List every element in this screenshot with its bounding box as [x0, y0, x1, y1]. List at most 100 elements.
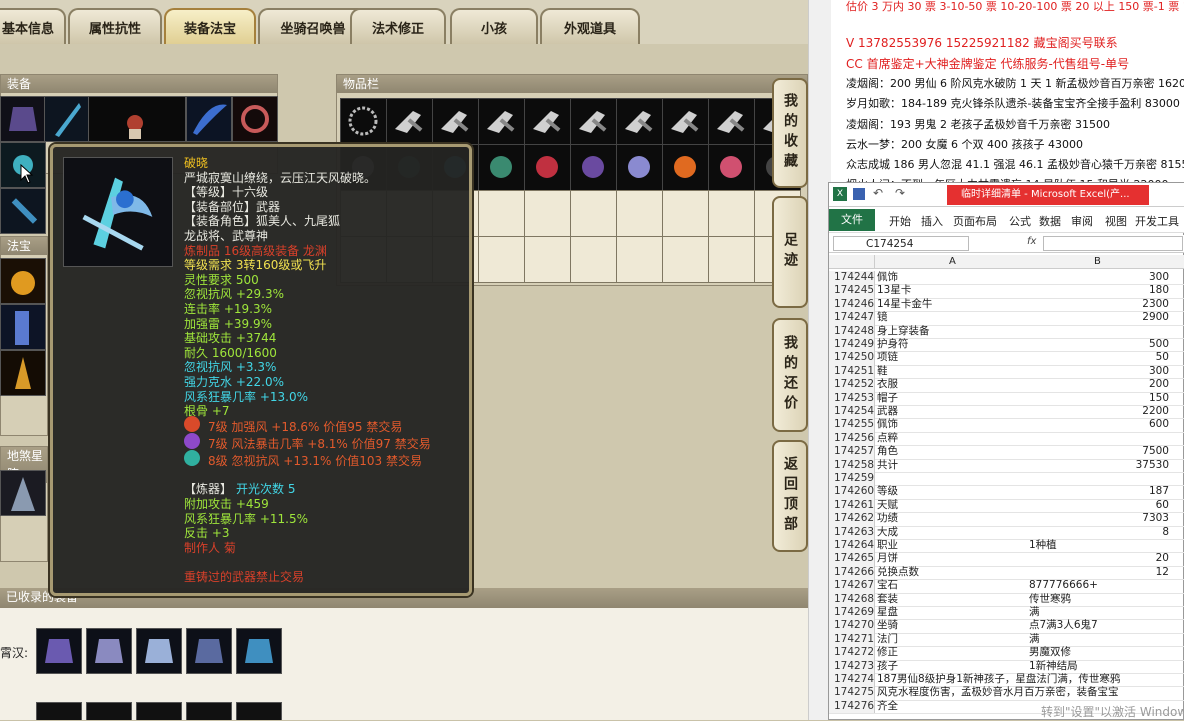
- tab-equipment[interactable]: 装备法宝: [164, 8, 256, 44]
- tab-attributes[interactable]: 属性抗性: [68, 8, 162, 44]
- column-a-header[interactable]: A: [949, 256, 956, 267]
- ribbon-tab[interactable]: 开发工具: [1135, 213, 1179, 229]
- cell-b[interactable]: 男魔双修: [1029, 646, 1169, 659]
- undo-icon[interactable]: ↶: [873, 186, 883, 200]
- inventory-slot[interactable]: [616, 236, 663, 283]
- row-number[interactable]: 174262: [829, 512, 875, 526]
- row-number[interactable]: 174244: [829, 271, 875, 285]
- collected-item[interactable]: [86, 628, 132, 674]
- inventory-slot[interactable]: [478, 144, 525, 191]
- tab-basic-info[interactable]: 基本信息: [0, 8, 66, 44]
- cell-a[interactable]: 孩子: [877, 660, 1027, 673]
- cell-b[interactable]: 7500: [1029, 445, 1169, 458]
- cell-b[interactable]: 2300: [1029, 298, 1169, 311]
- cell-a[interactable]: 佩饰: [877, 271, 1027, 284]
- cell-b[interactable]: 200: [1029, 378, 1169, 391]
- redo-icon[interactable]: ↷: [895, 186, 905, 200]
- cell-a[interactable]: 护身符: [877, 338, 1027, 351]
- cell-a[interactable]: 14星卡金牛: [877, 298, 1027, 311]
- cell-a[interactable]: 身上穿装备: [877, 325, 1027, 338]
- inventory-slot[interactable]: [708, 190, 755, 237]
- row-number[interactable]: 174245: [829, 284, 875, 298]
- cell-a[interactable]: 坐骑: [877, 619, 1027, 632]
- row-number[interactable]: 174252: [829, 378, 875, 392]
- row-number[interactable]: 174274: [829, 673, 875, 687]
- collected-item[interactable]: [186, 628, 232, 674]
- row-number[interactable]: 174261: [829, 498, 875, 513]
- equip-slot-armor[interactable]: [0, 96, 46, 142]
- excel-row[interactable]: 174252 衣服 200: [829, 378, 1184, 393]
- my-favorites-button[interactable]: 我的收藏: [772, 78, 808, 188]
- cell-a[interactable]: 共计: [877, 459, 1027, 472]
- row-number[interactable]: 174256: [829, 431, 875, 446]
- collected-item[interactable]: [36, 628, 82, 674]
- collected-item[interactable]: [86, 702, 132, 720]
- name-box[interactable]: C174254: [833, 236, 969, 251]
- equip-slot-necklace[interactable]: [232, 96, 278, 142]
- excel-row[interactable]: 174273 孩子 1新神结局: [829, 659, 1184, 674]
- cell-a[interactable]: 点粹: [877, 432, 1027, 445]
- cell-a[interactable]: 镜: [877, 311, 1027, 324]
- cell-a[interactable]: 兑换点数: [877, 566, 1027, 579]
- inventory-slot[interactable]: [616, 144, 663, 191]
- row-number[interactable]: 174265: [829, 552, 875, 566]
- cell-a[interactable]: 天赋: [877, 499, 1027, 512]
- row-number[interactable]: 174259: [829, 472, 875, 486]
- excel-row[interactable]: 174262 功绩 7303: [829, 512, 1184, 527]
- fabao-slot-1[interactable]: [0, 258, 46, 304]
- inventory-slot[interactable]: [662, 190, 709, 237]
- cell-b[interactable]: 2200: [1029, 405, 1169, 418]
- cell-b[interactable]: 60: [1029, 499, 1169, 512]
- tab-children[interactable]: 小孩: [450, 8, 538, 44]
- row-number[interactable]: 174272: [829, 646, 875, 660]
- excel-row[interactable]: 174260 等级 187: [829, 485, 1184, 500]
- cell-a[interactable]: 职业: [877, 539, 1027, 552]
- cell-b[interactable]: 300: [1029, 365, 1169, 378]
- ribbon-tab[interactable]: 插入: [921, 213, 943, 229]
- formula-input[interactable]: [1043, 236, 1183, 251]
- cell-a[interactable]: 佩饰: [877, 418, 1027, 431]
- diji-slot[interactable]: [0, 470, 46, 516]
- inventory-slot[interactable]: [478, 236, 525, 283]
- excel-row[interactable]: 174256 点粹: [829, 431, 1184, 447]
- excel-row[interactable]: 174265 月饼 20: [829, 552, 1184, 567]
- cell-b[interactable]: 20: [1029, 552, 1169, 565]
- inventory-slot[interactable]: [662, 236, 709, 283]
- cell-b[interactable]: 12: [1029, 566, 1169, 579]
- inventory-slot[interactable]: [524, 144, 571, 191]
- excel-row[interactable]: 174251 鞋 300: [829, 364, 1184, 380]
- cell-a[interactable]: 修正: [877, 646, 1027, 659]
- inventory-slot[interactable]: [616, 190, 663, 237]
- row-number[interactable]: 174267: [829, 579, 875, 593]
- excel-row[interactable]: 174255 佩饰 600: [829, 418, 1184, 433]
- excel-row[interactable]: 174270 坐骑 点7满3人6鬼7: [829, 619, 1184, 634]
- row-number[interactable]: 174257: [829, 445, 875, 459]
- cell-a[interactable]: 齐全: [877, 700, 1027, 713]
- collected-item[interactable]: [236, 628, 282, 674]
- row-number[interactable]: 174268: [829, 592, 875, 606]
- cell-a[interactable]: 月饼: [877, 552, 1027, 565]
- row-number[interactable]: 174254: [829, 405, 875, 419]
- row-number[interactable]: 174270: [829, 619, 875, 633]
- inventory-slot[interactable]: [570, 98, 617, 145]
- fabao-slot-2[interactable]: [0, 304, 46, 350]
- excel-row[interactable]: 174267 宝石 877776666+: [829, 579, 1184, 594]
- ribbon-tab[interactable]: 视图: [1105, 213, 1127, 229]
- cell-b[interactable]: 1种植: [1029, 539, 1169, 552]
- row-number[interactable]: 174276: [829, 699, 875, 714]
- excel-row[interactable]: 174275 风克水程度伤害，孟极妙音水月百万亲密，装备宝宝: [829, 686, 1184, 701]
- row-number[interactable]: 174248: [829, 324, 875, 338]
- excel-row[interactable]: 174248 身上穿装备: [829, 324, 1184, 339]
- save-icon[interactable]: [853, 188, 865, 200]
- inventory-slot[interactable]: [570, 144, 617, 191]
- row-number[interactable]: 174260: [829, 485, 875, 499]
- inventory-slot[interactable]: [524, 236, 571, 283]
- cell-a[interactable]: 鞋: [877, 365, 1027, 378]
- cell-b[interactable]: 150: [1029, 392, 1169, 405]
- cell-a[interactable]: 187男仙8级护身1新神孩子，星盘法门满，传世寒鸦: [877, 673, 1177, 686]
- excel-row[interactable]: 174247 镜 2900: [829, 311, 1184, 326]
- column-b-header[interactable]: B: [1094, 256, 1101, 267]
- row-number[interactable]: 174266: [829, 565, 875, 580]
- equip-slot-wing[interactable]: [186, 96, 232, 142]
- inventory-slot[interactable]: [708, 98, 755, 145]
